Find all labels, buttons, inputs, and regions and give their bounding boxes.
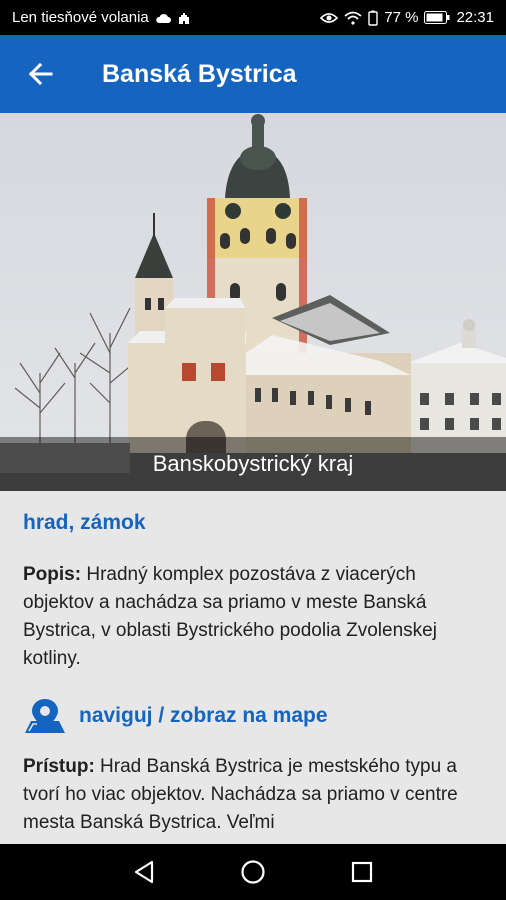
battery-icon xyxy=(424,11,450,24)
description-paragraph: Popis: Hradný komplex pozostáva z viacer… xyxy=(23,561,483,673)
detail-content: hrad, zámok Popis: Hradný komplex pozost… xyxy=(0,491,506,844)
castle-photo xyxy=(0,113,506,491)
description-label: Popis: xyxy=(23,564,82,585)
page-title: Banská Bystrica xyxy=(102,59,297,88)
battery-saver-icon xyxy=(368,10,378,26)
square-recents-icon xyxy=(351,861,372,883)
eye-icon xyxy=(320,12,339,24)
status-bar: Len tiesňové volania 77 % 22:31 xyxy=(0,0,506,35)
access-label: Prístup: xyxy=(23,756,95,777)
back-button[interactable] xyxy=(0,35,80,113)
description-text: Hradný komplex pozostáva z viacerých obj… xyxy=(23,564,437,669)
system-nav-bar xyxy=(0,844,506,900)
triangle-back-icon xyxy=(135,860,154,884)
category-label: hrad, zámok xyxy=(23,511,146,534)
nav-recents-button[interactable] xyxy=(334,844,390,900)
navigate-map-link[interactable]: naviguj / zobraz na mape xyxy=(23,695,483,737)
clock-time: 22:31 xyxy=(456,9,494,26)
wifi-icon xyxy=(344,11,362,25)
app-bar: Banská Bystrica xyxy=(0,35,506,113)
arrow-left-icon xyxy=(28,62,53,86)
circle-home-icon xyxy=(241,860,265,884)
hero-image: Banskobystrický kraj xyxy=(0,113,506,491)
nav-home-button[interactable] xyxy=(225,844,281,900)
castle-notification-icon xyxy=(177,11,191,25)
access-paragraph: Prístup: Hrad Banská Bystrica je mestské… xyxy=(23,753,483,837)
battery-percent: 77 % xyxy=(384,9,419,26)
region-caption: Banskobystrický kraj xyxy=(0,437,506,491)
nav-back-button[interactable] xyxy=(116,844,172,900)
map-pin-icon xyxy=(25,699,65,733)
navigate-map-label: naviguj / zobraz na mape xyxy=(79,704,328,727)
carrier-text: Len tiesňové volania xyxy=(12,9,149,26)
cloud-icon xyxy=(155,12,171,24)
